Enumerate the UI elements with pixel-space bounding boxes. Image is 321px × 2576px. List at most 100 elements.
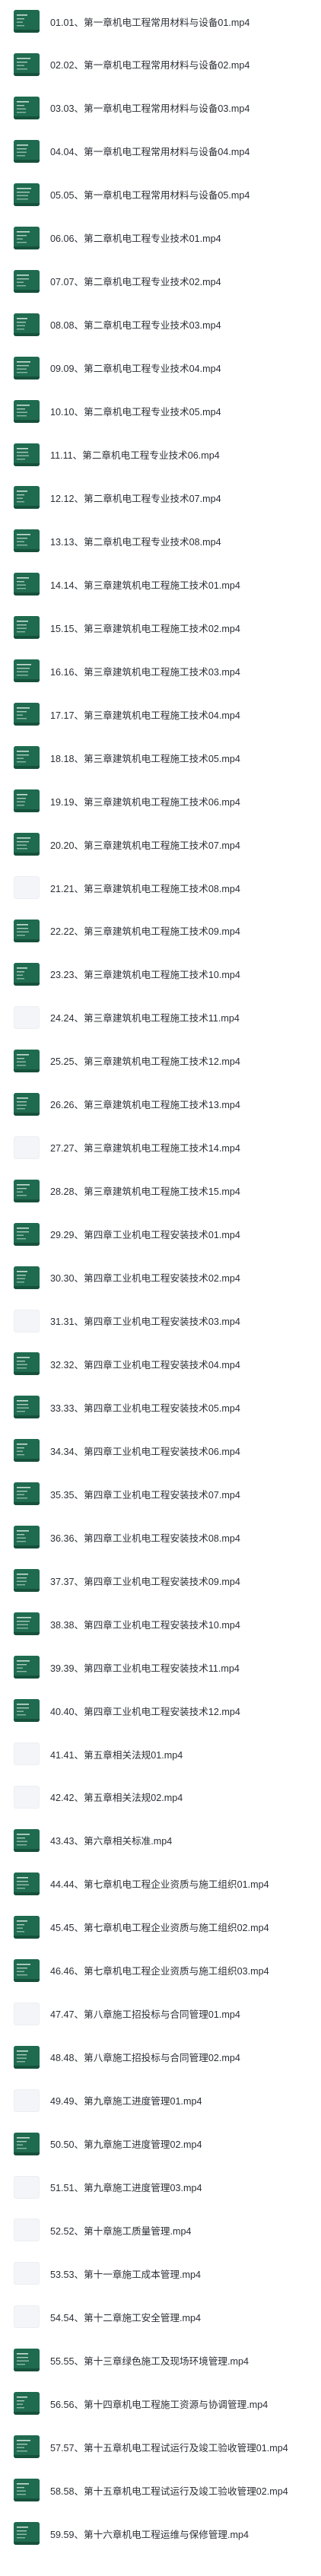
blank-thumbnail — [14, 2262, 40, 2285]
file-row[interactable]: 33.33、第四章工业机电工程安装技术05.mp4 — [0, 1386, 321, 1428]
file-row[interactable]: 25.25、第三章建筑机电工程施工技术12.mp4 — [0, 1040, 321, 1082]
chalkboard-preview-icon — [14, 2349, 40, 2372]
file-row[interactable]: 50.50、第九章施工进度管理02.mp4 — [0, 2123, 321, 2165]
file-row[interactable]: 22.22、第三章建筑机电工程施工技术09.mp4 — [0, 910, 321, 952]
chalkboard-preview-icon — [14, 1958, 40, 1982]
file-row[interactable]: 51.51、第九章施工进度管理03.mp4 — [0, 2166, 321, 2209]
file-row[interactable]: 02.02、第一章机电工程常用材料与设备02.mp4 — [0, 43, 321, 86]
file-name: 32.32、第四章工业机电工程安装技术04.mp4 — [50, 1359, 240, 1371]
file-row[interactable]: 11.11、第二章机电工程专业技术06.mp4 — [0, 434, 321, 476]
file-row[interactable]: 05.05、第一章机电工程常用材料与设备05.mp4 — [0, 173, 321, 216]
file-row[interactable]: 21.21、第三章建筑机电工程施工技术08.mp4 — [0, 866, 321, 909]
file-row[interactable]: 01.01、第一章机电工程常用材料与设备01.mp4 — [0, 0, 321, 43]
file-row[interactable]: 20.20、第三章建筑机电工程施工技术07.mp4 — [0, 823, 321, 866]
file-row[interactable]: 07.07、第二章机电工程专业技术02.mp4 — [0, 260, 321, 303]
file-row[interactable]: 14.14、第三章建筑机电工程施工技术01.mp4 — [0, 563, 321, 605]
video-thumbnail — [14, 1828, 40, 1852]
file-row[interactable]: 59.59、第十六章机电工程运维与保修管理.mp4 — [0, 2512, 321, 2555]
file-name: 45.45、第七章机电工程企业资质与施工组织02.mp4 — [50, 1923, 269, 1934]
file-row[interactable]: 37.37、第四章工业机电工程安装技术09.mp4 — [0, 1559, 321, 1602]
file-row[interactable]: 12.12、第二章机电工程专业技术07.mp4 — [0, 476, 321, 519]
chalkboard-preview-icon — [14, 10, 40, 33]
file-row[interactable]: 39.39、第四章工业机电工程安装技术11.mp4 — [0, 1646, 321, 1688]
file-row[interactable]: 55.55、第十三章绿色施工及现场环境管理.mp4 — [0, 2339, 321, 2381]
file-row[interactable]: 18.18、第三章建筑机电工程施工技术05.mp4 — [0, 736, 321, 779]
file-row[interactable]: 04.04、第一章机电工程常用材料与设备04.mp4 — [0, 130, 321, 173]
chalkboard-preview-icon — [14, 962, 40, 986]
file-row[interactable]: 34.34、第四章工业机电工程安装技术06.mp4 — [0, 1429, 321, 1472]
file-name: 30.30、第四章工业机电工程安装技术02.mp4 — [50, 1273, 240, 1285]
file-row[interactable]: 28.28、第三章建筑机电工程施工技术15.mp4 — [0, 1170, 321, 1212]
video-thumbnail — [14, 2479, 40, 2502]
file-row[interactable]: 27.27、第三章建筑机电工程施工技术14.mp4 — [0, 1126, 321, 1169]
file-row[interactable]: 58.58、第十五章机电工程试运行及竣工验收管理02.mp4 — [0, 2469, 321, 2511]
video-file-list: 01.01、第一章机电工程常用材料与设备01.mp4 02.02、第一章机电工程… — [0, 0, 321, 2576]
chalkboard-preview-icon — [14, 1872, 40, 1895]
file-name: 37.37、第四章工业机电工程安装技术09.mp4 — [50, 1576, 240, 1587]
chalkboard-preview-icon — [14, 356, 40, 380]
file-row[interactable]: 53.53、第十一章施工成本管理.mp4 — [0, 2252, 321, 2295]
video-thumbnail — [14, 183, 40, 206]
video-thumbnail — [14, 1872, 40, 1895]
file-row[interactable]: 30.30、第四章工业机电工程安装技术02.mp4 — [0, 1256, 321, 1299]
chalkboard-preview-icon — [14, 1569, 40, 1593]
file-name: 07.07、第二章机电工程专业技术02.mp4 — [50, 277, 221, 288]
file-row[interactable]: 49.49、第九章施工进度管理01.mp4 — [0, 2079, 321, 2122]
file-row[interactable]: 48.48、第八章施工招投标与合同管理02.mp4 — [0, 2036, 321, 2079]
file-row[interactable]: 29.29、第四章工业机电工程安装技术01.mp4 — [0, 1213, 321, 1256]
file-row[interactable]: 40.40、第四章工业机电工程安装技术12.mp4 — [0, 1689, 321, 1732]
chalkboard-preview-icon — [14, 703, 40, 726]
file-row[interactable]: 06.06、第二章机电工程专业技术01.mp4 — [0, 217, 321, 259]
file-row[interactable]: 35.35、第四章工业机电工程安装技术07.mp4 — [0, 1472, 321, 1515]
file-row[interactable]: 17.17、第三章建筑机电工程施工技术04.mp4 — [0, 693, 321, 735]
file-row[interactable]: 36.36、第四章工业机电工程安装技术08.mp4 — [0, 1516, 321, 1558]
file-row[interactable]: 08.08、第二章机电工程专业技术03.mp4 — [0, 303, 321, 346]
file-row[interactable]: 03.03、第一章机电工程常用材料与设备03.mp4 — [0, 87, 321, 129]
file-name: 59.59、第十六章机电工程运维与保修管理.mp4 — [50, 2529, 249, 2540]
file-row[interactable]: 44.44、第七章机电工程企业资质与施工组织01.mp4 — [0, 1863, 321, 1905]
chalkboard-preview-icon — [14, 2392, 40, 2416]
video-thumbnail — [14, 52, 40, 76]
file-row[interactable]: 42.42、第五章相关法规02.mp4 — [0, 1776, 321, 1818]
file-row[interactable]: 38.38、第四章工业机电工程安装技术10.mp4 — [0, 1602, 321, 1645]
video-thumbnail — [14, 1482, 40, 1506]
file-row[interactable]: 09.09、第二章机电工程专业技术04.mp4 — [0, 347, 321, 389]
chalkboard-preview-icon — [14, 746, 40, 770]
video-thumbnail — [14, 10, 40, 33]
file-name: 17.17、第三章建筑机电工程施工技术04.mp4 — [50, 710, 240, 721]
video-thumbnail — [14, 269, 40, 293]
file-row[interactable]: 10.10、第二章机电工程专业技术05.mp4 — [0, 390, 321, 433]
file-row[interactable]: 54.54、第十二章施工安全管理.mp4 — [0, 2295, 321, 2338]
video-thumbnail — [14, 573, 40, 596]
file-row[interactable]: 24.24、第三章建筑机电工程施工技术11.mp4 — [0, 996, 321, 1039]
video-thumbnail — [14, 789, 40, 813]
file-row[interactable]: 15.15、第三章建筑机电工程施工技术02.mp4 — [0, 606, 321, 649]
chalkboard-preview-icon — [14, 1828, 40, 1852]
file-name: 15.15、第三章建筑机电工程施工技术02.mp4 — [50, 623, 240, 634]
file-row[interactable]: 57.57、第十五章机电工程试运行及竣工验收管理01.mp4 — [0, 2425, 321, 2468]
file-row[interactable]: 23.23、第三章建筑机电工程施工技术10.mp4 — [0, 953, 321, 996]
file-row[interactable]: 26.26、第三章建筑机电工程施工技术13.mp4 — [0, 1083, 321, 1126]
chalkboard-preview-icon — [14, 96, 40, 119]
chalkboard-preview-icon — [14, 2132, 40, 2155]
file-name: 06.06、第二章机电工程专业技术01.mp4 — [50, 233, 221, 245]
file-row[interactable]: 13.13、第二章机电工程专业技术08.mp4 — [0, 519, 321, 562]
file-name: 18.18、第三章建筑机电工程施工技术05.mp4 — [50, 753, 240, 764]
chalkboard-preview-icon — [14, 1915, 40, 1939]
file-row[interactable]: 19.19、第三章建筑机电工程施工技术06.mp4 — [0, 780, 321, 822]
file-row[interactable]: 56.56、第十四章机电工程施工资源与协调管理.mp4 — [0, 2382, 321, 2425]
blank-thumbnail — [14, 1785, 40, 1809]
file-row[interactable]: 45.45、第七章机电工程企业资质与施工组织02.mp4 — [0, 1906, 321, 1949]
file-row[interactable]: 16.16、第三章建筑机电工程施工技术03.mp4 — [0, 650, 321, 692]
video-thumbnail — [14, 139, 40, 163]
file-row[interactable]: 32.32、第四章工业机电工程安装技术04.mp4 — [0, 1342, 321, 1385]
chalkboard-preview-icon — [14, 616, 40, 640]
file-row[interactable]: 31.31、第四章工业机电工程安装技术03.mp4 — [0, 1300, 321, 1342]
file-row[interactable]: 41.41、第五章相关法规01.mp4 — [0, 1733, 321, 1775]
video-thumbnail — [14, 1179, 40, 1202]
chalkboard-preview-icon — [14, 529, 40, 553]
file-row[interactable]: 43.43、第六章相关标准.mp4 — [0, 1819, 321, 1862]
file-row[interactable]: 52.52、第十章施工质量管理.mp4 — [0, 2209, 321, 2251]
file-row[interactable]: 47.47、第八章施工招投标与合同管理01.mp4 — [0, 1993, 321, 2035]
file-row[interactable]: 46.46、第七章机电工程企业资质与施工组织03.mp4 — [0, 1949, 321, 1992]
